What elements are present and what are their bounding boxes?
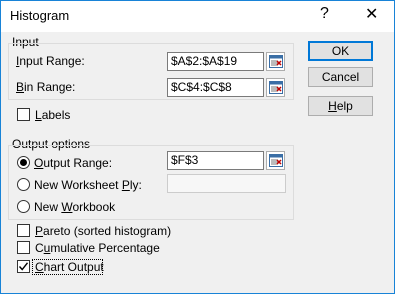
chart-output-label: Chart Output [35, 260, 104, 274]
bin-range-label: Bin Range: [16, 80, 76, 94]
collapse-dialog-icon [269, 154, 283, 167]
histogram-dialog: Histogram ? ✕ Input Input Range: $A$2:$A… [0, 0, 395, 294]
new-worksheet-radio[interactable] [17, 178, 30, 191]
pareto-checkbox[interactable] [17, 224, 30, 237]
cancel-button[interactable]: Cancel [308, 67, 373, 87]
input-range-field[interactable]: $A$2:$A$19 [167, 52, 264, 71]
collapse-dialog-icon [269, 81, 283, 94]
labels-checkbox-label: Labels [35, 108, 71, 122]
input-range-ref-button[interactable] [266, 52, 285, 71]
chart-output-checkbox[interactable] [17, 260, 30, 273]
output-range-ref-button[interactable] [266, 151, 285, 170]
collapse-dialog-icon [269, 55, 283, 68]
output-range-radio[interactable] [17, 156, 30, 169]
title-bar: Histogram ? ✕ [1, 1, 394, 32]
new-worksheet-label: New Worksheet Ply: [34, 178, 142, 192]
close-icon[interactable]: ✕ [365, 4, 378, 24]
cumulative-percentage-checkbox[interactable] [17, 241, 30, 254]
bin-range-field[interactable]: $C$4:$C$8 [167, 78, 264, 97]
cumulative-percentage-label: Cumulative Percentage [35, 241, 160, 255]
bin-range-ref-button[interactable] [266, 78, 285, 97]
checkmark-icon [18, 262, 29, 271]
help-button[interactable]: Help [308, 96, 373, 116]
ok-button[interactable]: OK [308, 41, 373, 61]
output-range-label: Output Range: [34, 156, 113, 170]
new-worksheet-field[interactable] [167, 174, 286, 193]
dialog-title: Histogram [10, 8, 70, 23]
labels-checkbox[interactable] [17, 108, 30, 121]
pareto-checkbox-label: Pareto (sorted histogram) [35, 224, 172, 238]
new-workbook-label: New Workbook [34, 200, 116, 214]
output-range-field[interactable]: $F$3 [167, 151, 264, 170]
help-question-icon[interactable]: ? [320, 5, 329, 23]
input-range-label: Input Range: [16, 54, 85, 68]
radio-selected-dot [20, 159, 27, 166]
new-workbook-radio[interactable] [17, 200, 30, 213]
